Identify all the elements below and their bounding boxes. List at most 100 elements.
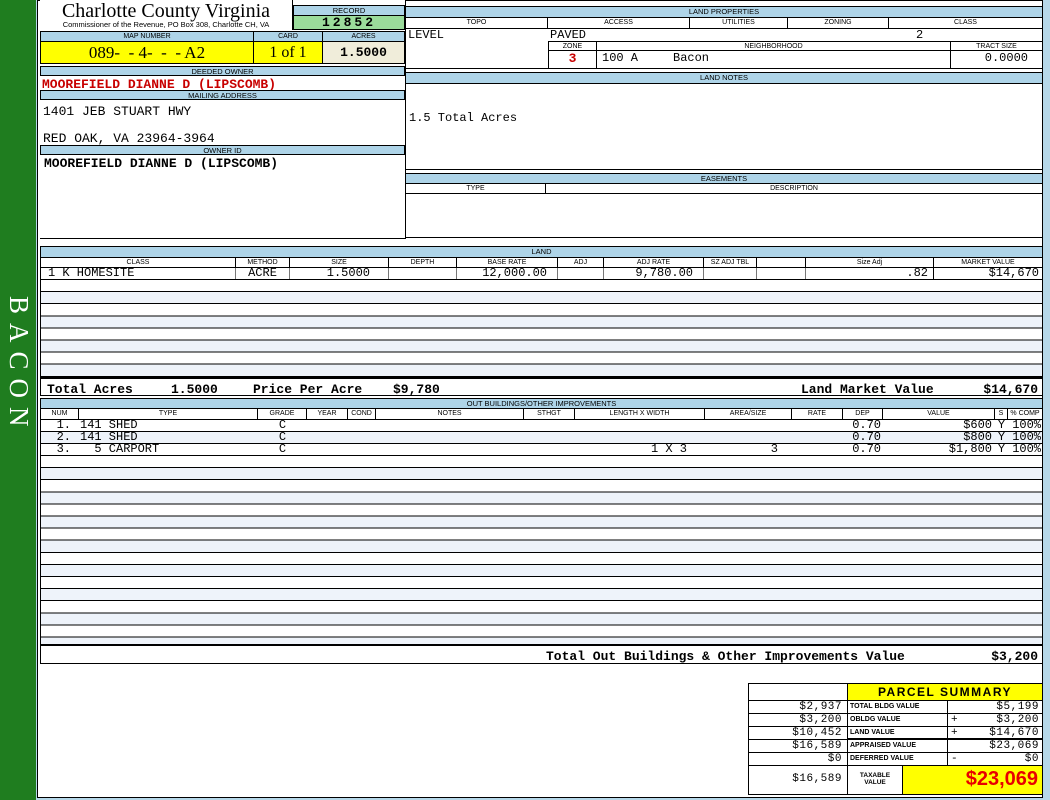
ob-s: Y (997, 444, 1006, 456)
ob-notes (376, 432, 524, 443)
ob-year (307, 420, 348, 431)
ob-num: 2. (56, 432, 71, 444)
parcel-header-row: MAP NUMBER CARD ACRES (40, 31, 405, 42)
land-notes-section: LAND NOTES 1.5 Total Acres (405, 72, 1043, 170)
acres-value: 1.5000 (323, 42, 404, 63)
out-building-row: 2. 141 SHED C 0.70 $800 Y 100% (41, 432, 1042, 444)
ob-header-notes: NOTES (376, 409, 524, 420)
ob-lxw (575, 420, 705, 431)
summary-prior-value: $3,200 (749, 714, 848, 727)
ob-cond (348, 444, 376, 455)
ob-header-comp: % COMP (1008, 409, 1042, 420)
ob-grade: C (278, 420, 287, 432)
owner-id-value: MOOREFIELD DIANNE D (LIPSCOMB) (44, 156, 279, 171)
neighborhood-value: 100 A Bacon (597, 51, 951, 68)
ob-rate (792, 444, 843, 455)
map-number-header: MAP NUMBER (41, 32, 254, 41)
summary-row: $16,589 APPRAISED VALUE $23,069 (749, 740, 1042, 753)
ob-lxw: 1 X 3 (650, 444, 687, 456)
land-table: LAND CLASS METHOD SIZE DEPTH BASE RATE A… (40, 246, 1043, 396)
ob-rate (792, 420, 843, 431)
summary-label: APPRAISED VALUE (848, 740, 948, 753)
zone-spacer (406, 41, 548, 51)
ob-value: $1,800 (948, 444, 992, 456)
parcel-summary-header-row: PARCEL SUMMARY (749, 684, 1042, 701)
summary-value: $0 (1024, 753, 1039, 765)
land-blank (757, 268, 806, 279)
parcel-summary-title: PARCEL SUMMARY (848, 684, 1042, 701)
ob-header-grade: GRADE (258, 409, 307, 420)
ob-header-lxw: LENGTH X WIDTH (575, 409, 705, 420)
ob-comp: 100% (1012, 420, 1041, 432)
parcel-summary-spacer (749, 684, 848, 701)
ob-s: Y (997, 420, 1006, 432)
district-sidebar: BACON (0, 0, 36, 800)
ob-comp: 100% (1012, 432, 1041, 444)
owner-id-header: OWNER ID (40, 145, 405, 155)
land-market-value-total: $14,670 (983, 382, 1038, 396)
ob-rate (792, 432, 843, 443)
land-header-adj-rate: ADJ RATE (604, 258, 704, 268)
ob-sthgt (524, 432, 575, 443)
land-market-value-label: Land Market Value (801, 382, 934, 396)
ob-notes (376, 444, 524, 455)
land-header-sz-adj-tbl: SZ ADJ TBL (704, 258, 757, 268)
class-header: CLASS (889, 18, 1042, 29)
price-per-acre-value: $9,780 (393, 382, 440, 396)
taxable-prior-value: $16,589 (749, 766, 848, 794)
utilities-header: UTILITIES (690, 18, 788, 29)
zone-value: 3 (548, 51, 597, 68)
land-header-blank (757, 258, 806, 268)
land-properties-title: LAND PROPERTIES (406, 7, 1042, 18)
out-buildings-total-value: $3,200 (991, 649, 1038, 664)
price-per-acre-label: Price Per Acre (253, 382, 363, 396)
ob-area (705, 432, 792, 443)
out-buildings-table: OUT BUILDINGS/OTHER IMPROVEMENTS NUM TYP… (40, 398, 1043, 664)
land-size-adj: .82 (806, 268, 934, 279)
record-value: 12852 (294, 16, 404, 29)
ob-header-rate: RATE (792, 409, 843, 420)
ob-header-area: AREA/SIZE (705, 409, 792, 420)
land-data-row: 1 K HOMESITE ACRE 1.5000 12,000.00 9,780… (41, 268, 1042, 280)
out-buildings-empty-rows (41, 456, 1042, 644)
land-notes-text: 1.5 Total Acres (409, 111, 518, 125)
ob-header-cond: COND (348, 409, 376, 420)
ob-area (705, 420, 792, 431)
summary-row: $0 DEFERRED VALUE - $0 (749, 753, 1042, 766)
out-building-row: 3. 5 CARPORT C 1 X 3 3 0.70 $1,800 Y 100… (41, 444, 1042, 456)
ob-num: 3. (56, 444, 71, 456)
county-subtitle: Commissioner of the Revenue, PO Box 308,… (62, 20, 270, 29)
address-line-1: 1401 JEB STUART HWY (43, 104, 192, 119)
county-title-block: Charlotte County Virginia Commissioner o… (40, 0, 293, 30)
summary-row: $10,452 LAND VALUE + $14,670 (749, 727, 1042, 740)
county-title: Charlotte County Virginia (61, 0, 271, 22)
tract-size-value: 0.0000 (984, 51, 1028, 65)
land-title: LAND (41, 247, 1042, 258)
out-buildings-total-row: Total Out Buildings & Other Improvements… (41, 644, 1042, 663)
topo-header: TOPO (406, 18, 548, 29)
land-adj (558, 268, 604, 279)
ob-header-s: S (995, 409, 1008, 420)
ob-grade: C (278, 432, 287, 444)
ob-num: 1. (56, 420, 71, 432)
land-header-size-adj: Size Adj (806, 258, 934, 268)
ob-header-sthgt: STHGT (524, 409, 575, 420)
out-buildings-total-label: Total Out Buildings & Other Improvements… (546, 649, 905, 664)
summary-sign: + (951, 727, 959, 739)
zoning-header: ZONING (788, 18, 889, 29)
summary-value: $23,069 (989, 740, 1039, 752)
summary-prior-value: $10,452 (749, 727, 848, 740)
land-properties-headers: TOPO ACCESS UTILITIES ZONING CLASS (406, 18, 1042, 29)
summary-label: TOTAL BLDG VALUE (848, 701, 948, 714)
card-value: 1 of 1 (254, 42, 323, 63)
ob-dep: 0.70 (852, 444, 881, 456)
land-header-size: SIZE (290, 258, 389, 268)
address-line-2: RED OAK, VA 23964-3964 (43, 131, 215, 146)
land-header-method: METHOD (236, 258, 290, 268)
summary-prior-value: $16,589 (749, 740, 848, 753)
land-class: 1 K HOMESITE (41, 268, 236, 279)
taxable-value: $23,069 (903, 766, 1042, 794)
land-header-class: CLASS (41, 258, 236, 268)
easement-type-header: TYPE (406, 184, 546, 194)
class-value: 2 (916, 29, 924, 41)
